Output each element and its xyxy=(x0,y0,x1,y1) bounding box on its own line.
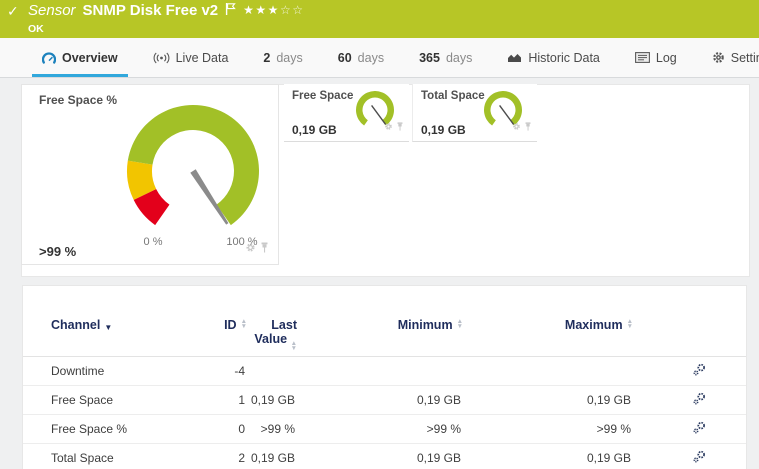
sort-icon: ▲ ▼ xyxy=(240,318,247,330)
sort-icon: ▲ ▼ xyxy=(290,340,297,352)
cell-last-value: >99 % xyxy=(260,422,295,436)
gear-icon xyxy=(712,52,724,63)
cell-maximum: 0,19 GB xyxy=(586,393,631,407)
cell-id: -4 xyxy=(234,364,245,378)
gauge-icon xyxy=(42,51,56,64)
sort-desc-icon: ▼ xyxy=(104,323,113,332)
gauges-panel: Free Space % 0 % 100 % >99 % Free Space … xyxy=(21,84,750,277)
free-space-gauge-value: 0,19 GB xyxy=(292,123,337,137)
pin-icon[interactable] xyxy=(260,240,269,258)
tab-2-days[interactable]: 2 days xyxy=(259,38,306,77)
sensor-header: ✓ Sensor SNMP Disk Free v2 ★★★☆☆ OK xyxy=(0,0,759,38)
channel-settings-icon[interactable] xyxy=(693,363,706,376)
sort-icon: ▲ ▼ xyxy=(456,318,463,330)
tab-365-days[interactable]: 365 days xyxy=(415,38,476,77)
channel-settings-icon[interactable] xyxy=(693,450,706,463)
channel-settings-icon[interactable] xyxy=(693,392,706,405)
historic-chart-icon xyxy=(508,54,522,62)
channel-settings-icon[interactable] xyxy=(693,421,706,434)
cell-minimum: 0,19 GB xyxy=(416,393,461,407)
cell-maximum: 0,19 GB xyxy=(586,451,631,465)
sensor-name: SNMP Disk Free v2 xyxy=(82,2,219,19)
gear-icon[interactable] xyxy=(384,118,393,136)
primary-gauge-value: >99 % xyxy=(39,244,77,259)
cell-last-value: 0,19 GB xyxy=(250,393,295,407)
pin-icon[interactable] xyxy=(396,118,404,136)
gear-icon[interactable] xyxy=(512,118,521,136)
sensor-ok-check-icon: ✓ xyxy=(7,3,19,19)
pin-icon[interactable] xyxy=(524,118,532,136)
channels-table: Channel ▼ ID ▲ ▼ Last Value ▲ ▼ Minimum ▲ ▼… xyxy=(22,285,747,469)
column-header-last-value[interactable]: Last Value ▲ ▼ xyxy=(247,318,297,352)
cell-minimum: >99 % xyxy=(426,422,461,436)
cell-id: 2 xyxy=(238,451,245,465)
cell-channel: Downtime xyxy=(51,364,105,378)
sensor-title-line: Sensor SNMP Disk Free v2 ★★★☆☆ xyxy=(28,2,304,19)
prtg-sensor-overview-page: ✓ Sensor SNMP Disk Free v2 ★★★☆☆ OK Over… xyxy=(0,0,759,469)
gauge-scale-min: 0 % xyxy=(143,236,163,248)
table-row-downtime: Downtime -4 xyxy=(23,357,746,386)
gear-icon[interactable] xyxy=(245,240,256,258)
tab-overview[interactable]: Overview xyxy=(32,38,128,77)
tab-settings[interactable]: Settings xyxy=(708,38,759,77)
total-space-gauge-tile: Total Space 0,19 GB xyxy=(412,84,537,142)
total-space-gauge-title: Total Space xyxy=(421,90,485,102)
flag-icon[interactable] xyxy=(225,2,236,16)
cell-channel: Free Space xyxy=(51,393,114,407)
free-space-gauge-tile: Free Space 0,19 GB xyxy=(284,84,409,142)
cell-channel: Total Space xyxy=(51,451,114,465)
tab-live-data[interactable]: Live Data xyxy=(149,38,233,77)
gauge-needle xyxy=(190,169,229,225)
cell-id: 0 xyxy=(238,422,245,436)
free-space-percent-gauge xyxy=(126,105,259,226)
column-header-id[interactable]: ID ▲ ▼ xyxy=(201,318,247,349)
total-space-gauge-value: 0,19 GB xyxy=(421,123,466,137)
column-header-channel[interactable]: Channel ▼ xyxy=(51,318,201,349)
table-row-total-space: Total Space 2 0,19 GB 0,19 GB 0,19 GB xyxy=(23,444,746,469)
tab-historic-data[interactable]: Historic Data xyxy=(503,38,604,77)
cell-id: 1 xyxy=(238,393,245,407)
live-data-icon xyxy=(153,52,170,63)
primary-gauge-tile: Free Space % 0 % 100 % >99 % xyxy=(21,84,279,265)
table-row-free-space: Free Space 1 0,19 GB 0,19 GB 0,19 GB xyxy=(23,386,746,415)
cell-last-value: 0,19 GB xyxy=(250,451,295,465)
log-icon xyxy=(634,52,650,63)
primary-gauge-title: Free Space % xyxy=(39,93,118,107)
tab-60-days[interactable]: 60 days xyxy=(334,38,388,77)
sort-icon: ▲ ▼ xyxy=(626,318,633,330)
table-header-row: Channel ▼ ID ▲ ▼ Last Value ▲ ▼ Minimum ▲ ▼… xyxy=(23,286,746,357)
priority-stars[interactable]: ★★★☆☆ xyxy=(243,3,304,17)
sensor-type-label: Sensor xyxy=(28,2,76,19)
cell-minimum: 0,19 GB xyxy=(416,451,461,465)
column-header-minimum[interactable]: Minimum ▲ ▼ xyxy=(297,318,463,349)
tab-log[interactable]: Log xyxy=(631,38,681,77)
cell-maximum: >99 % xyxy=(596,422,631,436)
free-space-gauge-title: Free Space xyxy=(292,90,354,102)
column-header-maximum[interactable]: Maximum ▲ ▼ xyxy=(463,318,633,349)
tab-bar: Overview Live Data 2 days 60 days 365 days … xyxy=(0,38,759,78)
cell-channel: Free Space % xyxy=(51,422,128,436)
sensor-status-badge: OK xyxy=(28,23,44,35)
table-row-free-space-percent: Free Space % 0 >99 % >99 % >99 % xyxy=(23,415,746,444)
